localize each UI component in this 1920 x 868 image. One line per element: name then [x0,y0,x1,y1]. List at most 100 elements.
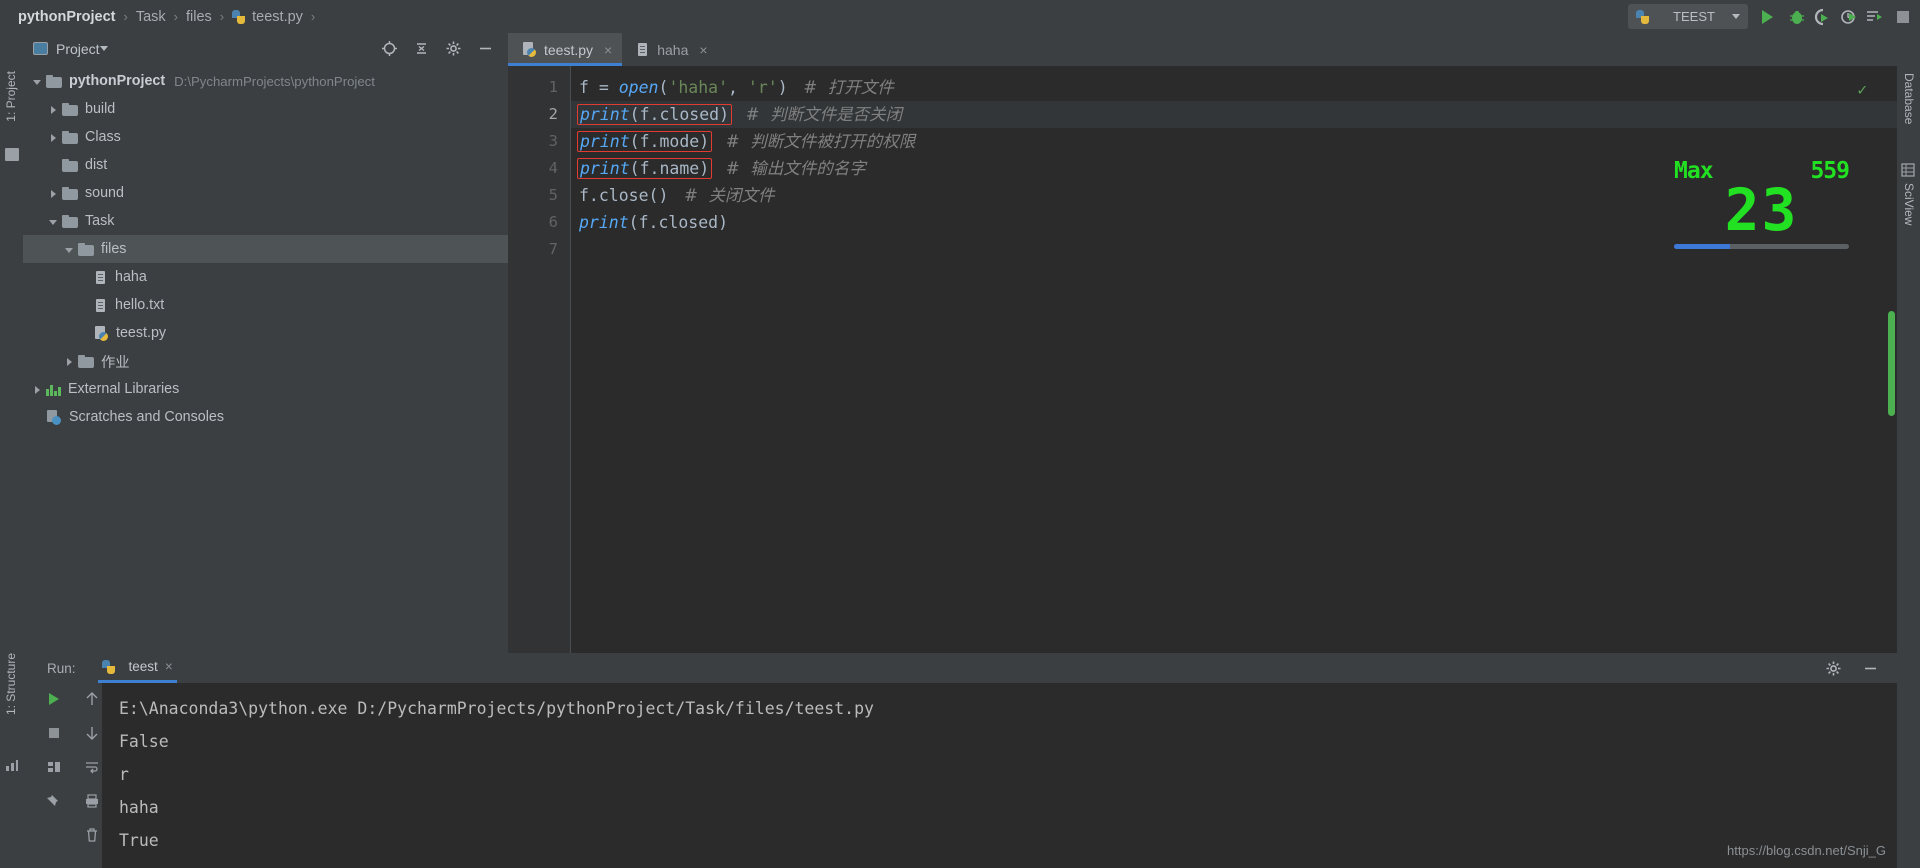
collapse-all-icon[interactable] [413,40,430,57]
left-tool-strip: 1: Project 1: Structure [0,33,23,868]
tree-item-build[interactable]: build [23,95,508,123]
tree-item-scratches-and-consoles[interactable]: Scratches and Consoles [23,403,508,431]
chevron-right-icon[interactable] [31,383,44,396]
tree-item-pythonproject[interactable]: pythonProject D:\PycharmProjects\pythonPr… [23,67,508,95]
tool-window-database-label[interactable]: Database [1902,73,1916,124]
editor-tab-haha[interactable]: haha × [622,33,717,66]
debug-button[interactable] [1788,8,1806,26]
chevron-right-icon[interactable] [63,355,76,368]
code-token: (f.name) [629,159,710,178]
close-icon[interactable]: × [165,659,173,674]
project-tree[interactable]: pythonProject D:\PycharmProjects\pythonPr… [23,64,508,653]
python-file-icon [94,325,109,341]
close-icon[interactable]: × [699,42,707,58]
tool-window-structure-label[interactable]: 1: Structure [4,653,18,715]
text-file-icon [636,42,650,57]
console-line-1: False [119,732,169,751]
grid-icon[interactable] [1901,163,1915,177]
tree-item-hello-txt[interactable]: hello.txt [23,291,508,319]
folder-icon [46,74,62,88]
folder-icon[interactable] [5,148,19,161]
code-line-1[interactable]: f = open('haha', 'r') # 打开文件 [571,74,1897,101]
console-output-area[interactable]: E:\Anaconda3\python.exe D:/PycharmProjec… [23,683,1897,868]
line-number-4: 4 [548,159,558,177]
run-dashboard-button[interactable] [1866,8,1884,26]
stop-button[interactable] [1894,8,1912,26]
tree-item-teest-py[interactable]: teest.py [23,319,508,347]
code-token: print [580,159,630,178]
tree-item-sound[interactable]: sound [23,179,508,207]
code-token: f.close() [579,186,669,205]
python-file-icon [522,42,537,57]
code-line-3[interactable]: print(f.mode) # 判断文件被打开的权限 [571,128,1897,155]
code-token: 'haha' [668,78,729,97]
breadcrumb-item-3[interactable]: teest.py [252,9,303,25]
tree-item-dist[interactable]: dist [23,151,508,179]
run-configuration-selector[interactable]: TEEST [1628,4,1748,29]
run-tab-label: teest [128,659,158,674]
code-comment: # 打开文件 [787,78,894,97]
soft-wrap-icon[interactable] [84,759,104,779]
folder-icon [62,214,78,228]
chevron-down-icon[interactable] [47,215,60,228]
stop-icon[interactable] [46,725,66,745]
tree-item-external-libraries[interactable]: External Libraries [23,375,508,403]
gear-icon[interactable] [1825,660,1842,677]
gear-icon[interactable] [445,40,462,57]
tree-item-label: files [101,241,127,257]
code-line-2[interactable]: print(f.closed) # 判断文件是否关闭 [571,101,1897,128]
editor-scrollbar[interactable] [1888,311,1895,416]
python-config-icon [1636,9,1650,25]
folder-icon [62,102,78,116]
editor-tab-strip[interactable]: teest.py × haha × [508,33,1897,66]
run-tool-window: Run: teest × E:\Anaconda3\python.exe D:/… [23,653,1897,868]
chevron-right-icon[interactable] [47,187,60,200]
tool-window-project-label[interactable]: 1: Project [4,71,18,122]
tree-item-haha[interactable]: haha [23,263,508,291]
chevron-right-icon[interactable] [47,103,60,116]
editor-tab-teest-py[interactable]: teest.py × [508,33,623,66]
profile-button[interactable] [1840,8,1858,26]
console-line-3: haha [119,798,159,817]
close-icon[interactable]: × [604,42,612,58]
console-side-toolbar[interactable] [46,683,104,868]
editor-tab-label: teest.py [544,41,594,58]
scroll-down-icon[interactable] [84,725,104,745]
line-number-1: 1 [548,78,558,96]
tree-item-[interactable]: 作业 [23,347,508,375]
project-tool-window: Project pythonProject D:\PycharmProjects\… [23,33,508,653]
breadcrumb-item-0[interactable]: pythonProject [18,9,115,25]
run-button[interactable] [1762,8,1780,26]
trash-icon[interactable] [84,827,104,847]
chevron-right-icon[interactable] [47,131,60,144]
scroll-up-icon[interactable] [84,691,104,711]
rerun-icon[interactable] [46,691,66,711]
code-token: f = [579,78,619,97]
tree-item-label: teest.py [116,325,167,341]
bar-chart-icon[interactable] [5,758,19,772]
code-token: 'r' [747,78,778,97]
highlight-box: print(f.name) [577,158,713,179]
code-token: (f.closed) [628,213,729,232]
hide-panel-icon[interactable] [477,40,494,57]
tree-item-label: dist [85,157,108,173]
breadcrumb-item-1[interactable]: Task [136,9,166,25]
chevron-down-icon[interactable] [99,46,108,51]
chevron-down-icon[interactable] [63,243,76,256]
breadcrumb-item-2[interactable]: files [186,9,212,25]
chevron-down-icon[interactable] [31,75,44,88]
run-tab-teest[interactable]: teest × [97,653,177,683]
pin-icon[interactable] [46,793,66,813]
tree-item-task[interactable]: Task [23,207,508,235]
hide-panel-icon[interactable] [1862,660,1879,677]
locate-file-icon[interactable] [381,40,398,57]
code-content[interactable]: f = open('haha', 'r') # 打开文件 print(f.clos… [570,66,1897,653]
tool-window-sciview-label[interactable]: SciView [1902,183,1916,225]
tree-item-class[interactable]: Class [23,123,508,151]
run-with-coverage-button[interactable] [1814,8,1832,26]
project-panel-title[interactable]: Project [56,41,100,57]
printer-icon[interactable] [84,793,104,813]
print-layout-icon[interactable] [46,759,66,779]
code-token: , [728,78,748,97]
tree-item-files[interactable]: files [23,235,508,263]
